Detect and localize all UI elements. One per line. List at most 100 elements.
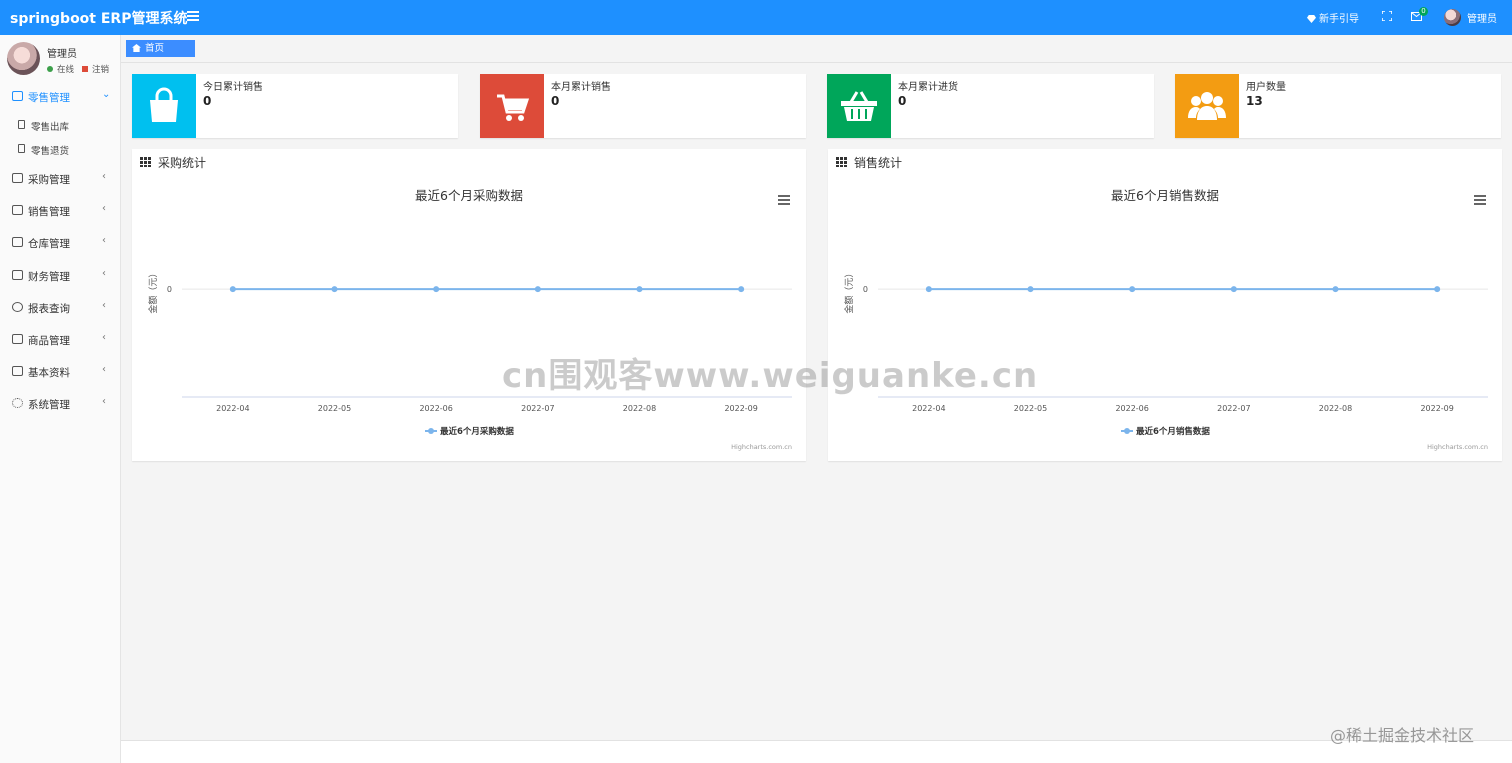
pie-icon bbox=[12, 302, 23, 312]
card-month-sales: 本月累计销售 0 bbox=[480, 74, 806, 138]
sidebar-item-system[interactable]: 系统管理 ‹ bbox=[0, 392, 121, 416]
status-online: 在线 bbox=[47, 63, 74, 75]
sidebar-item-label: 财务管理 bbox=[28, 271, 70, 283]
menu-bar bbox=[778, 199, 790, 201]
sidebar-item-sales[interactable]: 销售管理 ‹ bbox=[0, 199, 121, 223]
legend-marker bbox=[428, 428, 434, 434]
x-tick-label: 2022-06 bbox=[1115, 404, 1148, 413]
data-point bbox=[1230, 286, 1237, 293]
x-tick-label: 2022-07 bbox=[521, 404, 554, 413]
watermark-center: cn围观客www.weiguanke.cn bbox=[502, 356, 1039, 396]
card-value: 13 bbox=[1246, 94, 1263, 108]
sidebar-item-reports[interactable]: 报表查询 ‹ bbox=[0, 296, 121, 320]
monitor-icon bbox=[12, 173, 23, 183]
avatar bbox=[7, 42, 40, 75]
chevron-down-icon: ⌄ bbox=[102, 89, 111, 100]
sidebar-item-finance[interactable]: 财务管理 ‹ bbox=[0, 264, 121, 288]
x-tick-label: 2022-06 bbox=[419, 404, 452, 413]
logout-link[interactable]: 注销 bbox=[82, 63, 109, 75]
card-value: 0 bbox=[898, 94, 907, 108]
card-value: 0 bbox=[551, 94, 560, 108]
sidebar-item-purchase[interactable]: 采购管理 ‹ bbox=[0, 167, 121, 191]
app-brand[interactable]: springboot ERP管理系统 bbox=[10, 8, 187, 28]
menu-bar bbox=[1474, 203, 1486, 205]
chevron-left-icon: ‹ bbox=[102, 300, 106, 311]
y-tick-label: 0 bbox=[863, 285, 868, 294]
tab-home[interactable]: 首页 bbox=[126, 40, 195, 57]
watermark-bottom-right: @稀土掘金技术社区 bbox=[1330, 726, 1475, 745]
sidebar-subitem-label: 零售出库 bbox=[31, 122, 70, 133]
card-user-count: 用户数量 13 bbox=[1175, 74, 1501, 138]
briefcase-icon bbox=[12, 205, 23, 215]
x-tick-label: 2022-07 bbox=[1217, 404, 1250, 413]
purchase-line-chart: 最近6个月采购数据金额（元） 02022-04 2022-05 2022-06 2022… bbox=[147, 188, 792, 451]
sidebar-item-warehouse[interactable]: 仓库管理 ‹ bbox=[0, 231, 121, 255]
sidebar-item-label: 系统管理 bbox=[28, 399, 70, 411]
tab-bar bbox=[121, 35, 1512, 63]
card-title: 本月累计销售 bbox=[551, 82, 611, 93]
chevron-left-icon: ‹ bbox=[102, 203, 106, 214]
sidebar-item-label: 销售管理 bbox=[28, 206, 70, 218]
dropbox-icon bbox=[12, 334, 23, 344]
data-point bbox=[636, 286, 643, 293]
sidebar-subitem-label: 零售退货 bbox=[31, 146, 70, 157]
logout-icon bbox=[82, 66, 88, 72]
sidebar-item-retail[interactable]: 零售管理 ⌄ bbox=[0, 85, 121, 109]
panel-sales-stats: 销售统计 最近6个月销售数据 金额（元） 0 2022-04 2022-05 2022-0… bbox=[828, 149, 1502, 461]
x-tick-label: 2022-08 bbox=[623, 404, 656, 413]
y-tick-label: 0 bbox=[167, 285, 172, 294]
x-tick-label: 2022-05 bbox=[1014, 404, 1047, 413]
sales-line-chart: 最近6个月销售数据金额（元） 02022-04 2022-05 2022-06 2022… bbox=[843, 188, 1488, 451]
sidebar-toggle-icon[interactable] bbox=[187, 11, 199, 23]
x-tick-label: 2022-04 bbox=[216, 404, 249, 413]
card-month-purchase: 本月累计进货 0 bbox=[827, 74, 1154, 138]
fullscreen-icon[interactable] bbox=[1381, 10, 1393, 24]
footer bbox=[121, 740, 1512, 763]
legend-item[interactable]: 最近6个月采购数据 bbox=[425, 426, 514, 437]
x-tick-label: 2022-08 bbox=[1319, 404, 1352, 413]
chevron-left-icon: ‹ bbox=[102, 396, 106, 407]
grid-icon bbox=[836, 157, 847, 167]
book-icon bbox=[18, 144, 25, 153]
diamond-icon bbox=[1307, 15, 1316, 23]
menu-bar bbox=[778, 195, 790, 197]
data-point bbox=[331, 286, 338, 293]
guide-label: 新手引导 bbox=[1319, 14, 1359, 25]
y-axis-label: 金额（元） bbox=[843, 269, 855, 314]
guide-link[interactable]: 新手引导 bbox=[1307, 10, 1359, 25]
card-today-sales: 今日累计销售 0 bbox=[132, 74, 458, 138]
data-point bbox=[1027, 286, 1034, 293]
sidebar-subitem-retail-out[interactable]: 零售出库 bbox=[0, 114, 121, 136]
data-point bbox=[925, 286, 932, 293]
card-value: 0 bbox=[203, 94, 212, 108]
sidebar-item-products[interactable]: 商品管理 ‹ bbox=[0, 328, 121, 352]
sidebar-item-label: 商品管理 bbox=[28, 335, 70, 347]
legend-item[interactable]: 最近6个月销售数据 bbox=[1121, 426, 1210, 437]
chart-menu-icon[interactable] bbox=[778, 195, 790, 205]
online-dot-icon bbox=[47, 66, 53, 72]
sidebar-subitem-retail-return[interactable]: 零售退货 bbox=[0, 138, 121, 160]
chart-menu-icon[interactable] bbox=[1474, 195, 1486, 205]
panel-title: 采购统计 bbox=[158, 156, 207, 170]
top-navbar: springboot ERP管理系统 新手引导 0 管理员 bbox=[0, 0, 1512, 35]
sidebar-item-basic-data[interactable]: 基本资料 ‹ bbox=[0, 360, 121, 384]
chart-credits: Highcharts.com.cn bbox=[1427, 443, 1488, 451]
data-point bbox=[229, 286, 236, 293]
user-avatar-small[interactable] bbox=[1444, 9, 1461, 26]
data-point bbox=[1434, 286, 1441, 293]
legend-marker bbox=[1124, 428, 1130, 434]
x-tick-label: 2022-09 bbox=[724, 404, 757, 413]
layers-icon bbox=[12, 237, 23, 247]
chevron-left-icon: ‹ bbox=[102, 268, 106, 279]
legend-label: 最近6个月采购数据 bbox=[440, 426, 514, 437]
chevron-left-icon: ‹ bbox=[102, 332, 106, 343]
home-icon bbox=[132, 44, 141, 52]
header-user-name[interactable]: 管理员 bbox=[1467, 10, 1497, 25]
data-point bbox=[738, 286, 745, 293]
sidebar-item-label: 基本资料 bbox=[28, 367, 70, 379]
data-point bbox=[534, 286, 541, 293]
book-icon bbox=[18, 120, 25, 129]
cart-icon bbox=[480, 74, 544, 138]
chart-credits: Highcharts.com.cn bbox=[731, 443, 792, 451]
y-axis-label: 金额（元） bbox=[147, 269, 159, 314]
